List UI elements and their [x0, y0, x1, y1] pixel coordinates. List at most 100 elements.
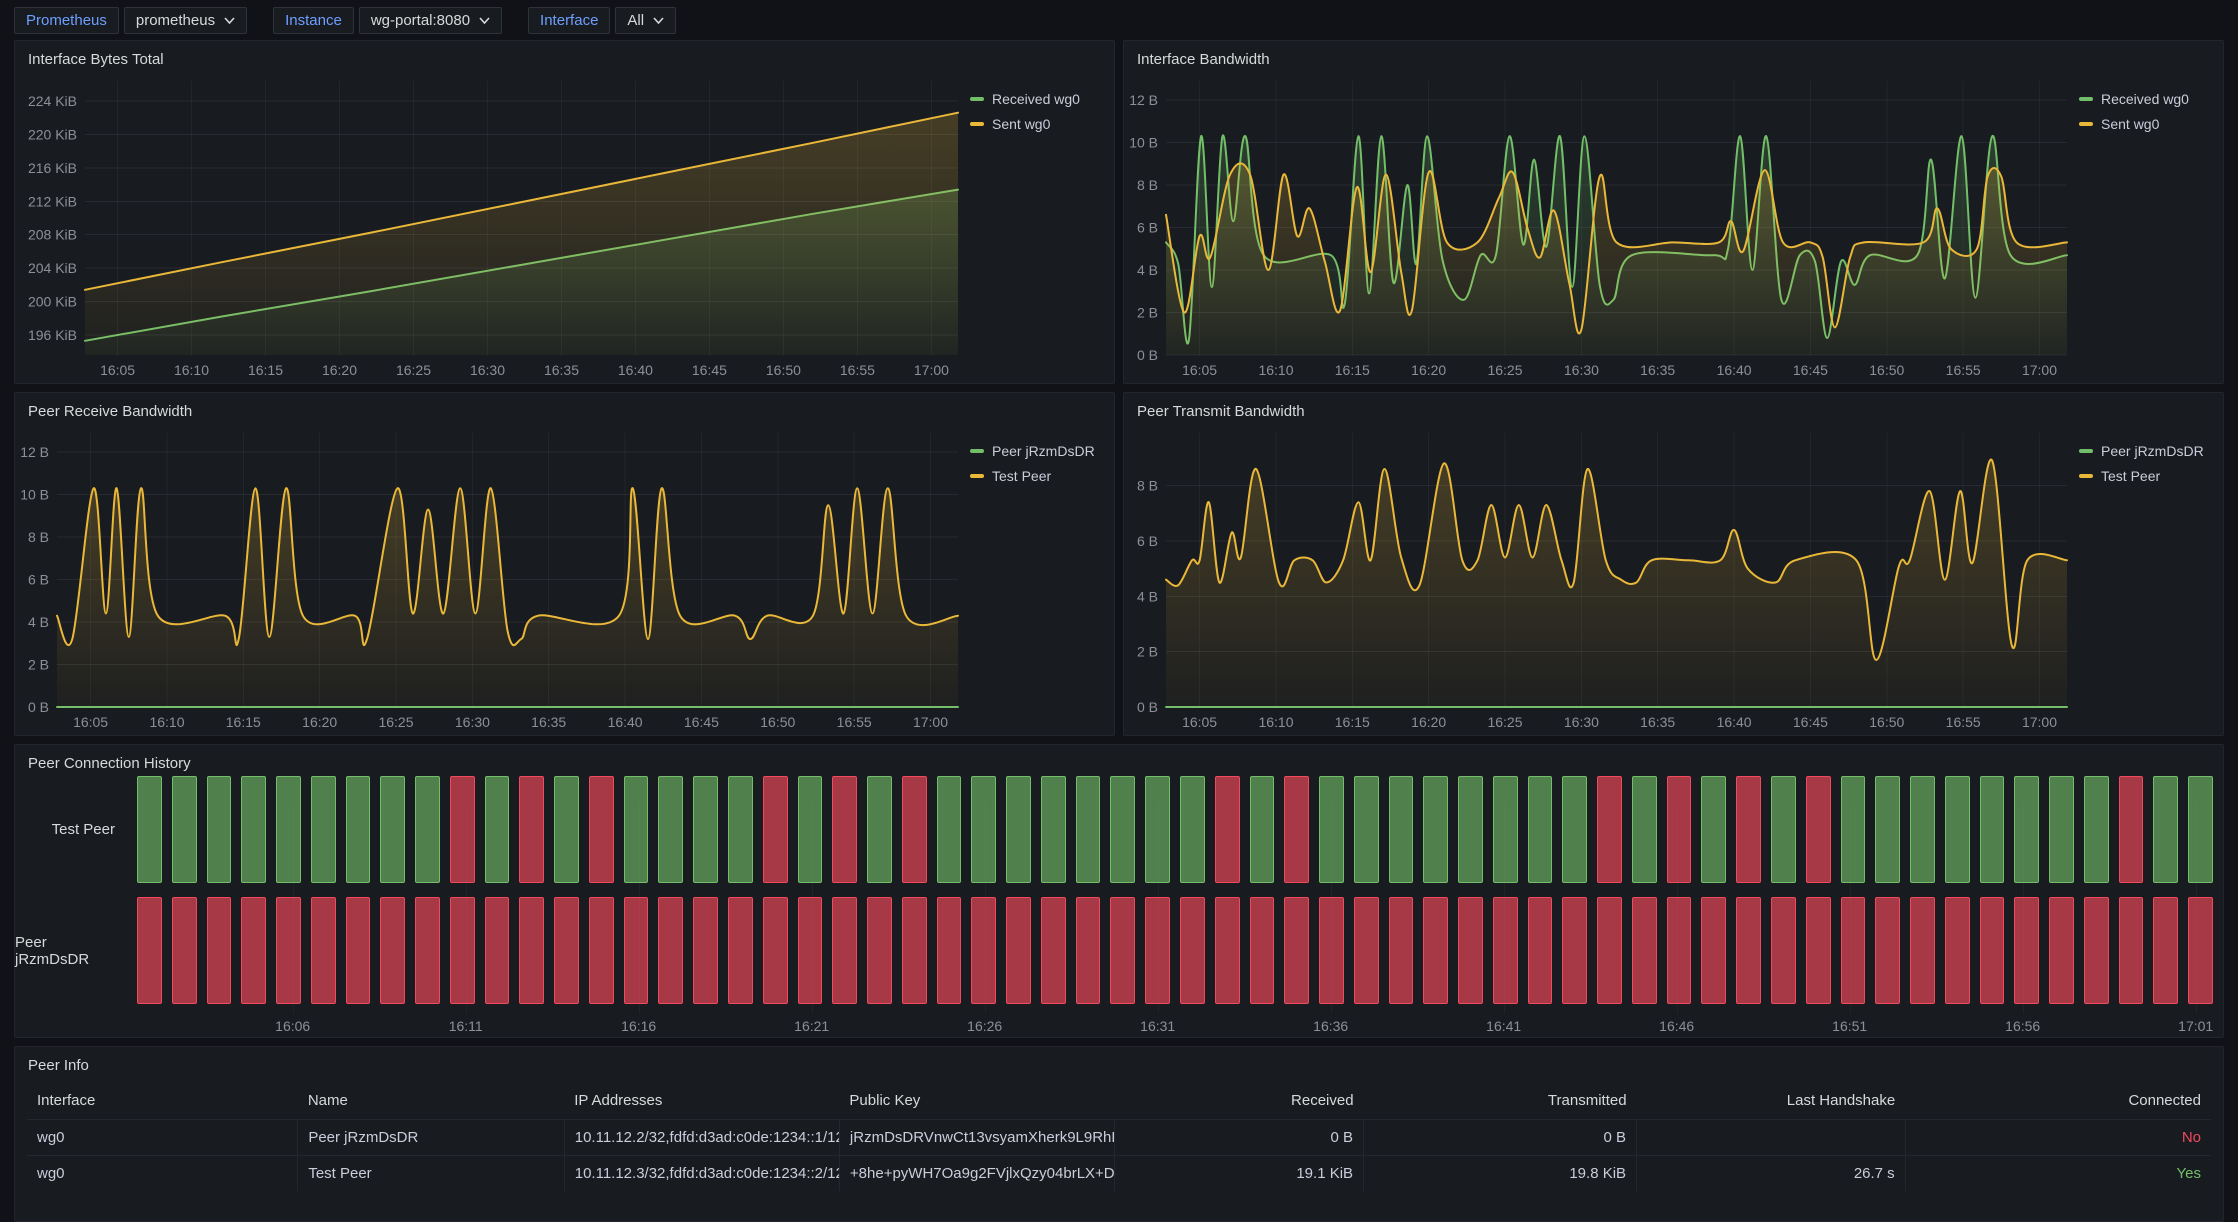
status-bar-disconnected [658, 897, 683, 1004]
column-header-ip-addresses[interactable]: IP Addresses [564, 1083, 839, 1119]
svg-text:16:45: 16:45 [1793, 714, 1828, 730]
legend-item[interactable]: Test Peer [2079, 468, 2215, 484]
svg-text:208 KiB: 208 KiB [28, 227, 77, 243]
svg-text:8 B: 8 B [1137, 478, 1158, 494]
status-bar-disconnected [1458, 897, 1483, 1004]
panel-title[interactable]: Interface Bytes Total [15, 41, 1114, 71]
legend-item[interactable]: Sent wg0 [2079, 116, 2215, 132]
status-bar-connected [241, 776, 266, 883]
status-bar-disconnected [137, 897, 162, 1004]
svg-text:16:50: 16:50 [1869, 362, 1904, 378]
legend-item[interactable]: Sent wg0 [970, 116, 1106, 132]
time-series-chart[interactable]: 16:0516:1016:1516:2016:2516:3016:3516:40… [1124, 423, 2077, 735]
panel-title[interactable]: Interface Bandwidth [1124, 41, 2223, 71]
status-bar-disconnected [1319, 897, 1344, 1004]
svg-text:12 B: 12 B [20, 444, 49, 460]
svg-text:8 B: 8 B [28, 529, 49, 545]
svg-text:4 B: 4 B [1137, 588, 1158, 604]
table-cell: Yes [1905, 1155, 2211, 1191]
table-cell: 19.1 KiB [1115, 1155, 1364, 1191]
legend-item[interactable]: Test Peer [970, 468, 1106, 484]
panel-title[interactable]: Peer Transmit Bandwidth [1124, 393, 2223, 423]
panel-title[interactable]: Peer Connection History [15, 745, 2223, 772]
column-header-transmitted[interactable]: Transmitted [1364, 1083, 1637, 1119]
legend-series-label: Test Peer [2101, 468, 2160, 484]
status-bar-disconnected [1423, 897, 1448, 1004]
variable-select-prometheus[interactable]: prometheus [124, 7, 247, 34]
status-bar-disconnected [763, 776, 788, 883]
legend-item[interactable]: Peer jRzmDsDR [970, 443, 1106, 459]
status-bar-disconnected [589, 776, 614, 883]
status-bar-disconnected [1736, 776, 1761, 883]
status-bar-disconnected [1910, 897, 1935, 1004]
status-bar-connected [1076, 776, 1101, 883]
svg-text:0 B: 0 B [1137, 347, 1158, 363]
status-bar-connected [728, 776, 753, 883]
svg-text:8 B: 8 B [1137, 177, 1158, 193]
svg-text:16:05: 16:05 [1182, 362, 1217, 378]
svg-text:16:15: 16:15 [1335, 714, 1370, 730]
variable-label-prometheus: Prometheus [14, 7, 119, 34]
status-bar-connected [1910, 776, 1935, 883]
panel-peer-connection-history: Peer Connection History Test PeerPeer jR… [14, 744, 2224, 1038]
status-bar-disconnected [1493, 897, 1518, 1004]
peer-info-data-table: InterfaceNameIP AddressesPublic KeyRecei… [27, 1083, 2211, 1191]
panel-title[interactable]: Peer Receive Bandwidth [15, 393, 1114, 423]
svg-text:16:45: 16:45 [692, 362, 727, 378]
status-bar-connected [1771, 776, 1796, 883]
x-tick-label: 16:21 [794, 1018, 829, 1034]
table-cell: wg0 [27, 1155, 298, 1191]
svg-text:16:30: 16:30 [455, 714, 490, 730]
status-bar-connected [2049, 776, 2074, 883]
column-header-name[interactable]: Name [298, 1083, 564, 1119]
status-bar-connected [1980, 776, 2005, 883]
time-series-chart[interactable]: 16:0516:1016:1516:2016:2516:3016:3516:40… [15, 423, 968, 735]
status-bar-connected [1701, 776, 1726, 883]
status-history-row: Peer jRzmDsDR [15, 897, 2213, 1004]
status-bar-connected [1423, 776, 1448, 883]
time-series-chart[interactable]: 16:0516:1016:1516:2016:2516:3016:3516:40… [1124, 71, 2077, 383]
column-header-last-handshake[interactable]: Last Handshake [1637, 1083, 1906, 1119]
variable-value: All [627, 12, 644, 29]
svg-text:17:00: 17:00 [2022, 714, 2057, 730]
status-bar-disconnected [1284, 776, 1309, 883]
x-tick-label: 16:36 [1313, 1018, 1348, 1034]
status-bar-connected [798, 776, 823, 883]
legend-item[interactable]: Received wg0 [970, 91, 1106, 107]
time-series-chart[interactable]: 16:0516:1016:1516:2016:2516:3016:3516:40… [15, 71, 968, 383]
status-bar-disconnected [2049, 897, 2074, 1004]
column-header-public-key[interactable]: Public Key [839, 1083, 1114, 1119]
variable-select-interface[interactable]: All [615, 7, 676, 34]
column-header-received[interactable]: Received [1115, 1083, 1364, 1119]
column-header-connected[interactable]: Connected [1905, 1083, 2211, 1119]
status-bar-disconnected [2119, 776, 2144, 883]
table-cell: 0 B [1115, 1119, 1364, 1155]
status-bar-disconnected [798, 897, 823, 1004]
variable-select-instance[interactable]: wg-portal:8080 [359, 7, 502, 34]
status-bar-disconnected [1145, 897, 1170, 1004]
status-bar-disconnected [902, 776, 927, 883]
status-bar-disconnected [485, 897, 510, 1004]
svg-text:4 B: 4 B [1137, 262, 1158, 278]
svg-text:16:35: 16:35 [1640, 714, 1675, 730]
svg-text:16:10: 16:10 [1258, 362, 1293, 378]
svg-text:16:05: 16:05 [1182, 714, 1217, 730]
legend-item[interactable]: Peer jRzmDsDR [2079, 443, 2215, 459]
column-header-interface[interactable]: Interface [27, 1083, 298, 1119]
status-bars [137, 776, 2213, 883]
svg-text:196 KiB: 196 KiB [28, 327, 77, 343]
status-bar-disconnected [1215, 897, 1240, 1004]
status-bar-disconnected [728, 897, 753, 1004]
variables-bar: Prometheus prometheus Instance wg-portal… [0, 0, 2238, 40]
status-bar-connected [1945, 776, 1970, 883]
status-bar-connected [346, 776, 371, 883]
svg-text:16:10: 16:10 [174, 362, 209, 378]
status-bar-disconnected [1736, 897, 1761, 1004]
status-bar-disconnected [832, 897, 857, 1004]
panel-title[interactable]: Peer Info [15, 1047, 2223, 1077]
status-bar-disconnected [519, 897, 544, 1004]
legend-item[interactable]: Received wg0 [2079, 91, 2215, 107]
table-cell: 19.8 KiB [1364, 1155, 1637, 1191]
svg-text:16:05: 16:05 [73, 714, 108, 730]
status-bar-connected [554, 776, 579, 883]
